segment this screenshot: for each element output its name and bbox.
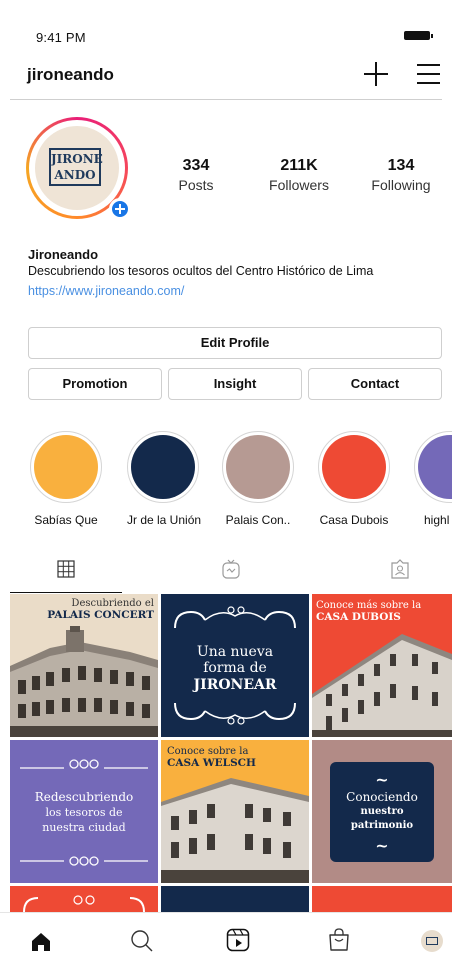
- post-tile-nueva-forma[interactable]: Una nueva forma de JIRONEAR: [161, 594, 309, 737]
- avatar-logo-line2: ANDO: [54, 168, 96, 182]
- post-caption-line3: patrimonio: [350, 820, 414, 831]
- post-tile-casa-dubois[interactable]: Conoce más sobre la CASA DUBOIS: [312, 594, 452, 737]
- highlight-label: Palais Con..: [225, 513, 291, 527]
- highlight-label: highl: [424, 513, 450, 527]
- tagged-icon[interactable]: [390, 559, 410, 579]
- edit-profile-button[interactable]: Edit Profile: [28, 327, 442, 359]
- post-caption-line1: Conoce sobre la: [167, 746, 249, 757]
- post-tile-casa-welsch[interactable]: Conoce sobre la CASA WELSCH: [161, 740, 309, 883]
- stat-following[interactable]: 134 Following: [362, 157, 440, 193]
- following-label: Following: [371, 177, 431, 193]
- avatar-logo-line1: JIRONE: [51, 152, 103, 166]
- highlight-label: Jr de la Unión: [127, 513, 202, 527]
- profile-header: jironeando: [0, 52, 452, 98]
- followers-label: Followers: [269, 177, 329, 193]
- post-caption-line3: nuestra ciudad: [42, 821, 126, 834]
- stat-posts[interactable]: 334 Posts: [168, 157, 224, 193]
- search-icon[interactable]: [130, 929, 154, 953]
- avatar-logo: JIRONE ANDO: [49, 148, 103, 186]
- profile-tabs: [0, 552, 452, 592]
- igtv-icon[interactable]: [222, 559, 240, 579]
- following-count: 134: [387, 157, 415, 174]
- post-caption-line2: los tesoros de: [45, 806, 123, 819]
- home-icon[interactable]: [31, 932, 51, 952]
- username: jironeando: [27, 65, 114, 84]
- post-tile-partial-2[interactable]: [161, 886, 309, 912]
- building-illustration: [10, 626, 158, 737]
- post-caption-line2: PALAIS CONCERT: [47, 609, 154, 621]
- post-caption-line1: Conociendo: [346, 790, 418, 804]
- tilde-ornament: ~: [375, 836, 389, 855]
- post-tile-palais-concert[interactable]: Descubriendo el PALAIS CONCERT: [10, 594, 158, 737]
- plus-icon[interactable]: [363, 61, 389, 87]
- highlight-casa-dubois[interactable]: Casa Dubois: [318, 431, 390, 527]
- tilde-ornament: ~: [375, 770, 389, 789]
- shop-icon[interactable]: [328, 928, 350, 952]
- followers-count: 211K: [280, 157, 318, 174]
- add-story-icon[interactable]: [109, 198, 131, 220]
- status-time: 9:41 PM: [36, 30, 86, 45]
- posts-label: Posts: [178, 177, 214, 193]
- grid-icon[interactable]: [57, 560, 75, 578]
- post-caption-line3: JIRONEAR: [193, 677, 277, 693]
- highlight-sabias-que[interactable]: Sabías Que: [30, 431, 102, 527]
- reels-icon[interactable]: [226, 928, 250, 952]
- post-caption-line2: CASA DUBOIS: [316, 611, 401, 623]
- battery-icon: [404, 31, 433, 40]
- post-caption-line2: nuestro: [360, 806, 404, 817]
- building-illustration: [312, 634, 452, 737]
- menu-icon[interactable]: [416, 63, 441, 85]
- stat-followers[interactable]: 211K Followers: [260, 157, 338, 193]
- post-caption-line1: Conoce más sobre la: [316, 600, 422, 611]
- profile-link[interactable]: https://www.jironeando.com/: [28, 284, 184, 298]
- post-caption-line1: Una nueva: [196, 644, 274, 660]
- insight-button[interactable]: Insight: [168, 368, 302, 400]
- profile-avatar-icon[interactable]: [421, 930, 443, 952]
- post-tile-conociendo[interactable]: ~ Conociendo nuestro patrimonio ~: [312, 740, 452, 883]
- status-bar: 9:41 PM: [0, 0, 452, 52]
- profile-name: Jironeando: [28, 247, 99, 262]
- post-tile-redescubriendo[interactable]: Redescubriendo los tesoros de nuestra ci…: [10, 740, 158, 883]
- active-tab-indicator: [10, 592, 122, 593]
- post-tile-partial-1[interactable]: [10, 886, 158, 912]
- profile-bio: Descubriendo los tesoros ocultos del Cen…: [28, 264, 374, 278]
- post-tile-partial-3[interactable]: [312, 886, 452, 912]
- building-illustration: [161, 778, 309, 883]
- post-caption-line2: CASA WELSCH: [167, 757, 256, 769]
- highlight-label: Sabías Que: [34, 513, 98, 527]
- header-divider: [10, 99, 442, 100]
- promotion-button[interactable]: Promotion: [28, 368, 162, 400]
- contact-button[interactable]: Contact: [308, 368, 442, 400]
- post-caption-line1: Descubriendo el: [71, 598, 154, 609]
- highlight-palais-concert[interactable]: Palais Con..: [222, 431, 294, 527]
- highlight-5[interactable]: highl: [414, 431, 452, 527]
- highlight-label: Casa Dubois: [319, 513, 389, 527]
- post-caption-line2: forma de: [203, 660, 267, 676]
- ornament-frame: [23, 895, 145, 912]
- post-caption-line1: Redescubriendo: [34, 790, 134, 804]
- highlight-jr-de-la-union[interactable]: Jr de la Unión: [127, 431, 202, 527]
- bottom-nav: [0, 912, 452, 968]
- posts-count: 334: [182, 157, 210, 174]
